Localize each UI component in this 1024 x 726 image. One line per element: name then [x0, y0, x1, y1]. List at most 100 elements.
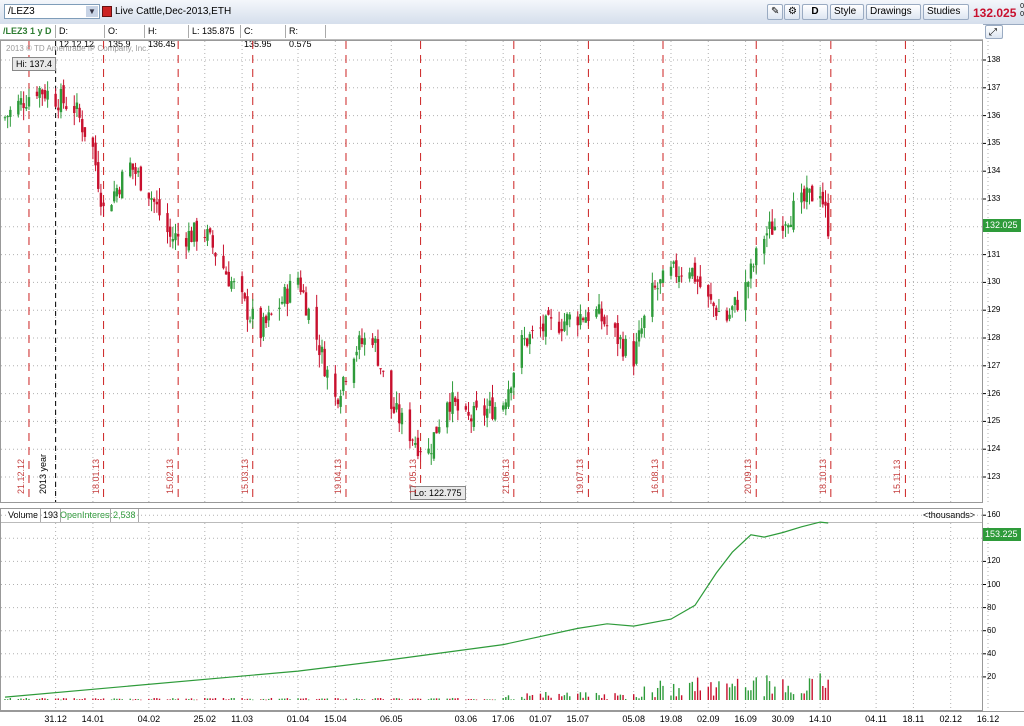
candle-body [283, 286, 286, 304]
volume-bar [169, 699, 171, 700]
candle-body [451, 392, 454, 414]
candle-body [507, 389, 510, 407]
volume-bar [811, 678, 813, 700]
volume-bar [102, 698, 105, 700]
price-tick-label: 129 [987, 305, 1001, 315]
volume-bar [483, 699, 486, 700]
volume-bar [827, 679, 829, 700]
volume-bar [688, 682, 691, 700]
time-tick-label: 02.09 [697, 714, 720, 724]
volume-bar [206, 698, 209, 700]
candle-body [358, 335, 361, 350]
volume-bar [577, 693, 579, 700]
volume-bar [249, 698, 251, 700]
volume-bar [209, 698, 211, 700]
candle-body [62, 85, 65, 104]
candle-body [579, 314, 582, 326]
volume-bar [110, 699, 113, 701]
volume-bar [148, 698, 150, 700]
candle-body [563, 321, 566, 331]
volume-bar [521, 696, 523, 700]
candle-body [35, 91, 39, 97]
volume-bar [430, 698, 432, 700]
candle-body [525, 338, 529, 346]
candle-body [211, 235, 214, 248]
open-interest-line [4, 521, 829, 698]
candle-body [469, 418, 473, 422]
volume-bar [486, 699, 488, 700]
volume-bar [132, 699, 134, 701]
volume-bar [800, 693, 803, 700]
candle-body [595, 309, 598, 317]
candle-body [363, 338, 366, 345]
candle-body [565, 313, 569, 326]
candle-body [176, 233, 180, 237]
volume-bar [265, 699, 267, 701]
candle-body [677, 275, 681, 282]
candle-body [736, 299, 739, 311]
candle-body [800, 192, 803, 203]
volume-bar [545, 692, 547, 700]
candle-body [475, 400, 478, 408]
candle-body [286, 288, 289, 304]
expiry-date-label: 18.10.13 [817, 458, 828, 494]
candle-body [187, 230, 191, 251]
time-tick-label: 03.06 [454, 714, 478, 724]
volume-bar [76, 699, 78, 700]
volume-bar [438, 698, 440, 700]
volume-bar [358, 699, 361, 700]
volume-bar [113, 698, 115, 700]
volume-bar [150, 699, 153, 700]
candle-body [821, 191, 825, 205]
candle-body [222, 255, 225, 269]
volume-bar [260, 699, 262, 700]
volume-bar [92, 698, 94, 700]
volume-bar [342, 699, 345, 701]
volume-bar [542, 697, 544, 700]
candle-body [395, 403, 398, 410]
price-tick-label: 133 [987, 194, 1001, 203]
candle-body [168, 226, 172, 237]
volume-bar [662, 685, 664, 700]
candle-body [267, 312, 270, 321]
volume-bar [188, 699, 190, 700]
candle-body [22, 103, 25, 109]
volume-bar [371, 699, 374, 700]
candle-body [717, 311, 721, 313]
candle-body [318, 345, 321, 356]
candle-body [728, 314, 731, 319]
volume-bar [449, 698, 451, 700]
candle-body [184, 238, 188, 247]
candle-body [712, 302, 715, 307]
candle-body [715, 307, 718, 316]
volume-bar [808, 678, 811, 700]
volume-bar [297, 698, 299, 700]
candle-body [587, 312, 590, 321]
volume-bar [65, 698, 67, 700]
volume-tick-label: 160 [987, 510, 1001, 520]
candle-body [416, 437, 420, 457]
time-tick-label: 31.12 [44, 714, 67, 724]
volume-bar [635, 697, 638, 700]
candle-body [520, 335, 524, 368]
volume-bar [651, 692, 654, 700]
volume-bar [377, 698, 379, 700]
volume-bar [755, 677, 757, 700]
volume-bar [699, 690, 701, 700]
candle-body [134, 167, 137, 175]
candle-body [430, 453, 433, 455]
volume-bar [494, 699, 496, 701]
candle-body [781, 225, 785, 231]
expiry-date-label: 19.07.13 [575, 458, 586, 494]
candle-body [640, 328, 643, 334]
candle-body [446, 402, 449, 428]
candle-body [65, 106, 68, 109]
expiry-date-label: 15.11.13 [892, 459, 903, 494]
candle-body [472, 405, 476, 427]
volume-bar [750, 690, 752, 700]
volume-bar [531, 694, 534, 700]
candle-body [78, 107, 81, 118]
candle-body [485, 408, 489, 418]
volume-bar [715, 687, 717, 700]
volume-bar [326, 698, 329, 700]
